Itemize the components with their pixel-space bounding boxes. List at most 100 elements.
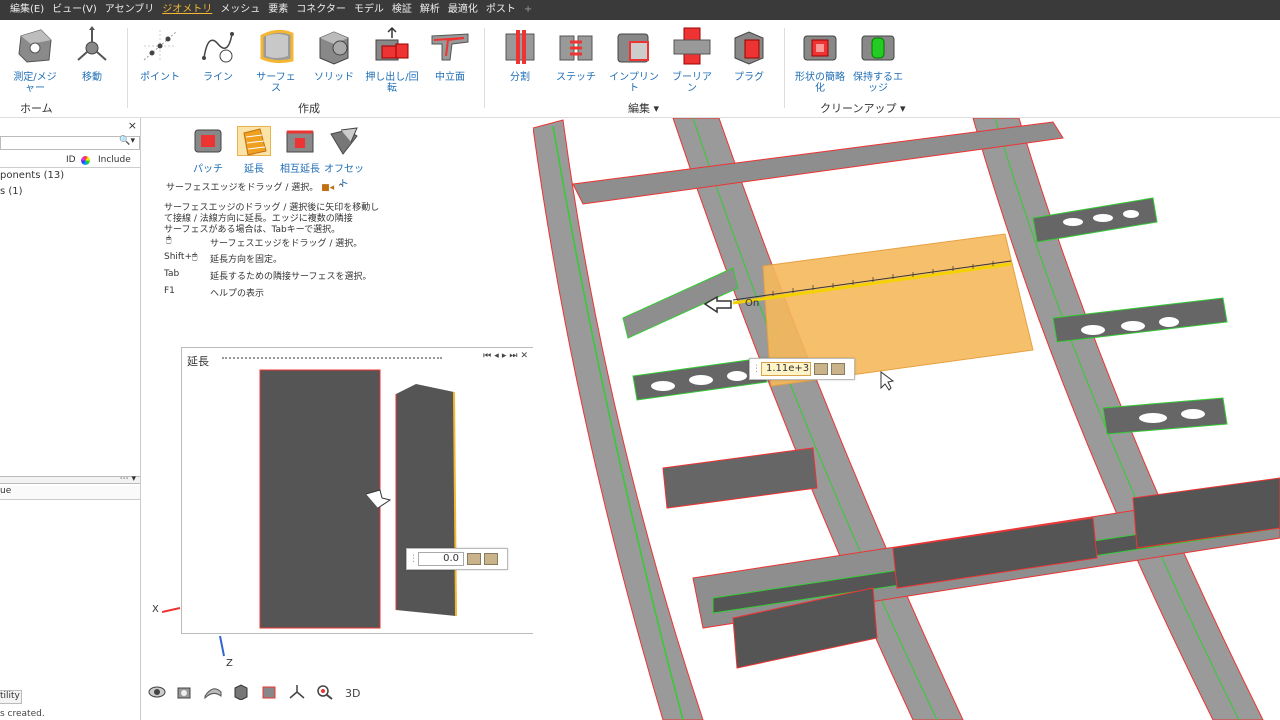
3d-view-icon[interactable]: 3D — [344, 684, 362, 700]
measure-button[interactable]: 測定/メジャー — [12, 26, 58, 94]
move-button[interactable]: 移動 — [72, 26, 112, 83]
line-icon — [198, 26, 238, 66]
solid-icon — [314, 26, 354, 66]
menu-model[interactable]: モデル — [350, 0, 388, 20]
midsurface-icon — [430, 26, 470, 66]
extrude-label: 押し出し/回転 — [365, 72, 419, 94]
stitch-button[interactable]: ステッチ — [556, 26, 596, 83]
point-label: ポイント — [140, 72, 180, 83]
surface-button[interactable]: サーフェス — [254, 26, 298, 94]
tree-item-second[interactable]: s (1) — [0, 186, 23, 197]
extrude-icon — [372, 26, 412, 66]
mutual-extend-icon — [283, 126, 317, 156]
menu-elements[interactable]: 要素 — [264, 0, 292, 20]
add-ribbon-button[interactable]: + — [520, 0, 536, 20]
patch-button[interactable]: パッチ — [190, 126, 226, 175]
help-f1-action: ヘルプの表示 — [210, 289, 265, 299]
close-icon[interactable]: × — [128, 119, 137, 132]
boolean-button[interactable]: ブーリアン — [670, 26, 714, 94]
group-cleanup-label[interactable]: クリーンアップ ▾ — [820, 100, 905, 116]
midsurface-button[interactable]: 中立面 — [428, 26, 472, 83]
keep-edge-button[interactable]: 保持するエッジ — [850, 26, 906, 94]
menu-optimize[interactable]: 最適化 — [444, 0, 482, 20]
menu-validate[interactable]: 検証 — [388, 0, 416, 20]
eye-icon[interactable] — [148, 684, 166, 700]
extend-preview-dialog: 延長 ⏮◂▸⏭✕ ⋮ 0.0 — [181, 347, 538, 634]
group-edit-label[interactable]: 編集 ▾ — [628, 100, 659, 116]
boolean-icon — [672, 26, 712, 66]
axis-x-label: X — [152, 604, 159, 615]
line-button[interactable]: ライン — [198, 26, 238, 83]
point-button[interactable]: ポイント — [140, 26, 180, 83]
mouse-icon: 🖱 — [192, 252, 198, 262]
keep-edge-icon — [858, 26, 898, 66]
line-label: ライン — [203, 72, 233, 83]
offset-icon — [327, 126, 361, 156]
midsurface-label: 中立面 — [435, 72, 465, 83]
video-icon[interactable]: ■◂ — [321, 183, 334, 193]
solid-button[interactable]: ソリッド — [312, 26, 356, 83]
panel-splitter[interactable]: ⋯ ▾ — [0, 474, 140, 484]
3d-viewport[interactable]: On ⋮ 1.11e+3 — [533, 118, 1280, 720]
preview-animation — [259, 369, 457, 629]
help-shift-key: Shift+🖱 — [164, 252, 198, 262]
extend-length-field[interactable]: ⋮ 1.11e+3 — [749, 358, 855, 380]
extend-button[interactable]: 延長 — [234, 126, 274, 175]
collapse-icon[interactable]: ⌃ — [337, 183, 345, 193]
stitch-label: ステッチ — [556, 72, 596, 83]
simplify-icon — [800, 26, 840, 66]
simplify-button[interactable]: 形状の簡略化 — [792, 26, 848, 94]
lock-icon[interactable] — [467, 553, 481, 565]
measure-icon — [15, 26, 55, 66]
ribbon-separator — [784, 28, 785, 108]
help-tab-action: 延長するための隣接サーフェスを選択。 — [210, 272, 372, 282]
tab-utility[interactable]: tility — [0, 690, 22, 704]
extend-icon — [237, 126, 271, 156]
menu-assembly[interactable]: アセンブリ — [101, 0, 159, 20]
measure-label: 測定/メジャー — [13, 72, 57, 94]
app-window: 編集(E) ビュー(V) アセンブリ ジオメトリ メッシュ 要素 コネクター モ… — [0, 0, 1280, 720]
lock-icon[interactable] — [814, 363, 828, 375]
menu-post[interactable]: ポスト — [482, 0, 520, 20]
surface-icon — [256, 26, 296, 66]
tree-item-components[interactable]: ponents (13) — [0, 170, 64, 181]
surface-display-icon[interactable] — [204, 684, 222, 700]
column-id[interactable]: ID — [66, 155, 76, 165]
menu-analysis[interactable]: 解析 — [416, 0, 444, 20]
menu-mesh[interactable]: メッシュ — [216, 0, 264, 20]
color-wheel-icon[interactable] — [81, 156, 90, 165]
menu-view[interactable]: ビュー(V) — [48, 0, 101, 20]
help-f1-key: F1 — [164, 286, 175, 296]
view-toolbar: 3D — [148, 684, 362, 701]
menu-edit[interactable]: 編集(E) — [6, 0, 48, 20]
extend-label: 延長 — [244, 164, 264, 175]
solid-display-icon[interactable] — [232, 684, 250, 701]
extend-length-value[interactable]: 1.11e+3 — [761, 362, 811, 376]
extend-distance-field[interactable]: ⋮ 0.0 — [406, 548, 508, 570]
book-icon[interactable] — [484, 553, 498, 565]
imprint-button[interactable]: インプリント — [606, 26, 662, 94]
split-button[interactable]: 分割 — [500, 26, 540, 83]
mutual-extend-button[interactable]: 相互延長 — [278, 126, 322, 175]
move-label: 移動 — [82, 72, 102, 83]
menu-connectors[interactable]: コネクター — [292, 0, 350, 20]
menu-geometry[interactable]: ジオメトリ — [158, 0, 216, 20]
drag-marker-label: On — [745, 298, 760, 309]
point-icon — [140, 26, 180, 66]
patch-label: パッチ — [193, 164, 223, 175]
camera-icon[interactable] — [176, 684, 194, 700]
help-mouse-action: サーフェスエッジをドラッグ / 選択。 — [210, 239, 363, 249]
plug-button[interactable]: プラグ — [728, 26, 770, 83]
patch-icon — [191, 126, 225, 156]
extrude-button[interactable]: 押し出し/回転 — [362, 26, 422, 94]
ribbon-separator — [127, 28, 128, 108]
extend-distance-value[interactable]: 0.0 — [418, 552, 464, 566]
axis-icon[interactable] — [288, 684, 306, 700]
entity-editor-column: ue — [0, 486, 12, 496]
menu-bar: 編集(E) ビュー(V) アセンブリ ジオメトリ メッシュ 要素 コネクター モ… — [0, 0, 1280, 20]
zoom-icon[interactable] — [316, 684, 334, 700]
column-include[interactable]: Include — [98, 155, 131, 165]
element-display-icon[interactable] — [260, 684, 278, 700]
search-input[interactable]: 🔍▾ — [0, 136, 140, 150]
book-icon[interactable] — [831, 363, 845, 375]
